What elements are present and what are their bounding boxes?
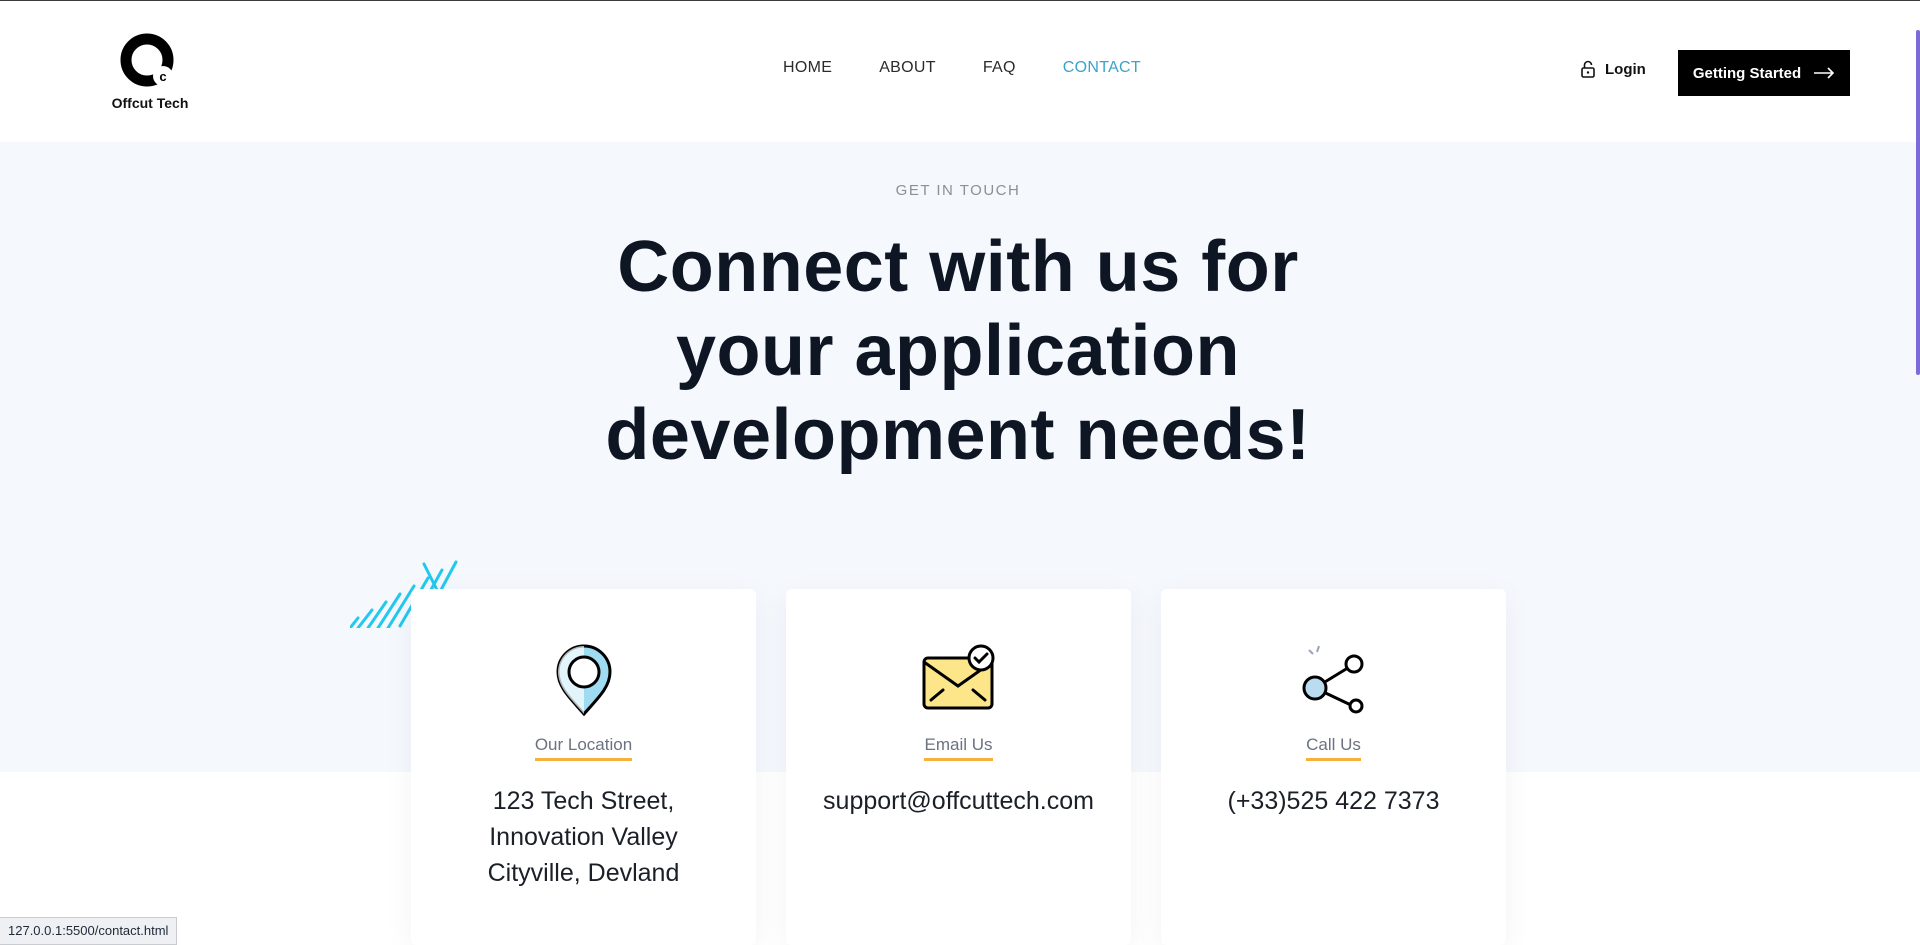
card-value: 123 Tech Street, Innovation Valley Cityv… [487, 787, 680, 887]
page-title: Connect with us for your application dev… [0, 225, 1916, 477]
nav-about[interactable]: ABOUT [879, 59, 936, 77]
svg-text:c: c [159, 69, 166, 84]
login-link[interactable]: Login [1580, 60, 1646, 78]
email-card: Email Us support@offcuttech.com [786, 589, 1131, 945]
share-network-icon [1302, 645, 1363, 714]
arrow-right-icon [1814, 67, 1835, 79]
nav-contact[interactable]: CONTACT [1063, 59, 1141, 77]
card-title: Call Us [1306, 735, 1361, 761]
logo[interactable]: c Offcut Tech [110, 31, 190, 111]
site-header: c Offcut Tech HOME ABOUT FAQ CONTACT Log… [0, 1, 1920, 142]
nav-home[interactable]: HOME [783, 59, 832, 77]
email-check-icon [922, 644, 994, 710]
getting-started-label: Getting Started [1692, 64, 1802, 82]
title-line: Connect with us for [617, 227, 1299, 307]
call-card: Call Us (+33)525 422 7373 [1161, 589, 1506, 945]
location-pin-icon [555, 644, 612, 716]
getting-started-button[interactable]: Getting Started [1678, 50, 1850, 96]
login-label: Login [1605, 60, 1646, 78]
card-title: Email Us [924, 735, 993, 761]
nav-faq[interactable]: FAQ [983, 59, 1016, 77]
logo-mark-icon: c [120, 33, 174, 87]
scrollbar-thumb[interactable] [1916, 30, 1920, 375]
main-nav: HOME ABOUT FAQ CONTACT [783, 59, 1188, 77]
title-line: development needs! [605, 395, 1311, 475]
logo-text: Offcut Tech [111, 95, 189, 111]
status-bar-url: 127.0.0.1:5500/contact.html [0, 917, 178, 945]
lock-icon [1581, 60, 1595, 78]
card-title: Our Location [534, 735, 633, 761]
eyebrow-text: GET IN TOUCH [895, 182, 1021, 199]
location-card: Our Location 123 Tech Street, Innovation… [411, 589, 756, 945]
title-line: your application [675, 311, 1241, 391]
card-value: support@offcuttech.com [823, 787, 1094, 815]
card-value: (+33)525 422 7373 [1227, 787, 1440, 815]
